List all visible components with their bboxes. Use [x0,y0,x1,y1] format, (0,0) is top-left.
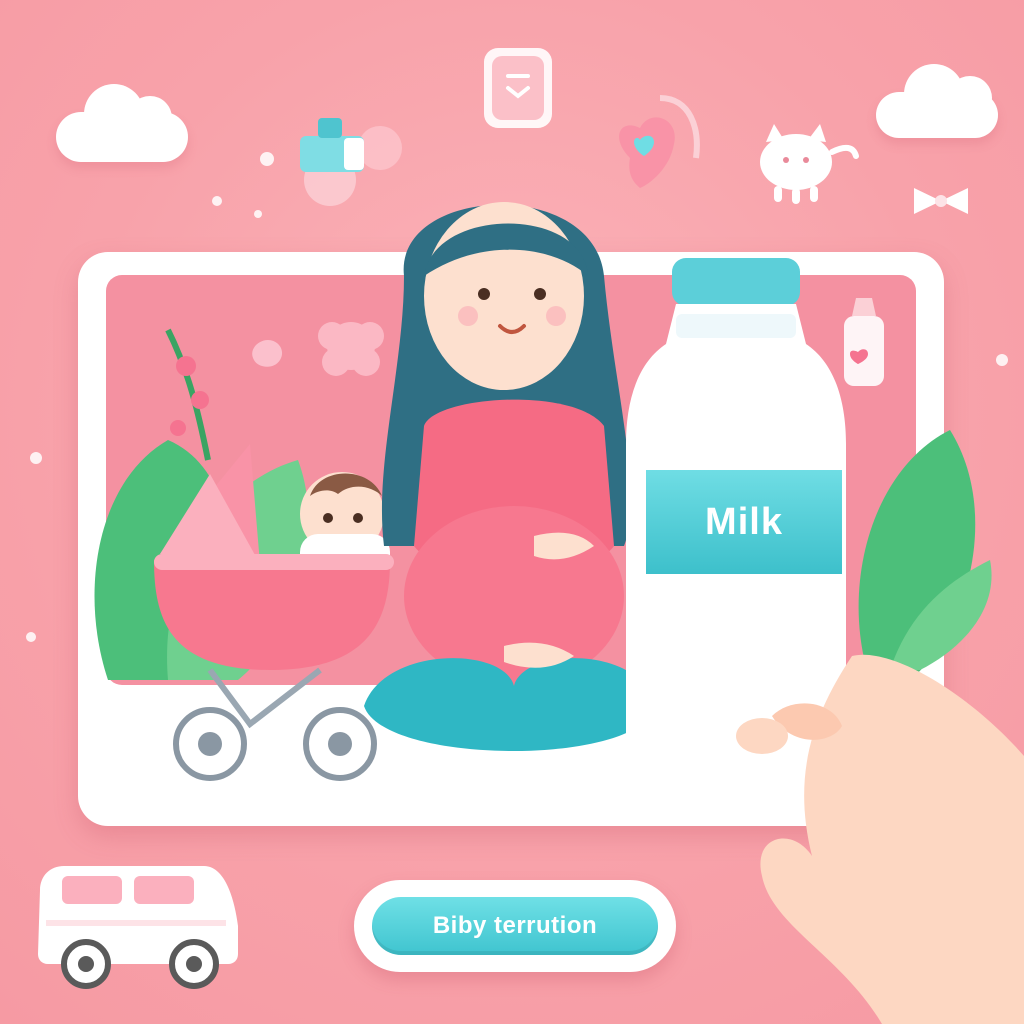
decor-dot [996,354,1008,366]
cta-button-label: Biby terrution [432,912,598,939]
decor-dot [260,152,274,166]
milk-label-text: Milk [705,500,783,543]
cloud-icon [876,64,998,138]
bow-icon [914,188,968,214]
mother-illustration [364,202,654,784]
hand-icon [736,654,1024,1024]
decor-dot [26,632,36,642]
cloud-icon [56,84,188,162]
decor-dot [30,452,42,464]
cta-container: Biby terrution [354,880,676,972]
decor-dot [254,210,262,218]
milk-label: Milk [646,470,842,574]
decor-dot [212,196,222,206]
device-icon [484,48,552,128]
van-icon [38,866,238,989]
cat-toy-icon [760,124,859,204]
cta-button[interactable]: Biby terrution [372,897,658,955]
